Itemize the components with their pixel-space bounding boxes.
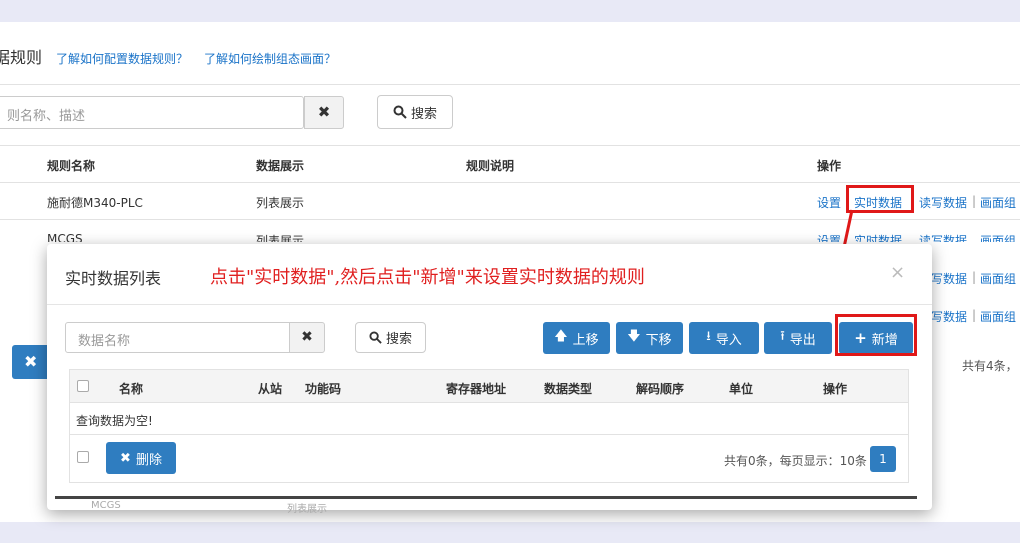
bottom-bar xyxy=(55,496,917,499)
pagination-summary: 共有0条，每页显示：10条 xyxy=(724,454,867,468)
col-name: 名称 xyxy=(119,382,144,396)
search-button-label: 搜索 xyxy=(410,106,437,122)
table-row: MCGS 列表展示 设置 实时数据 读写数据 画面组 xyxy=(0,220,1020,242)
bg-total-count: 共有4条， xyxy=(962,359,1018,373)
op-separator: | xyxy=(972,308,977,322)
modal-search-button[interactable]: 搜索 xyxy=(355,322,426,353)
select-all-checkbox[interactable] xyxy=(77,451,89,463)
col-description: 规则说明 xyxy=(466,159,515,173)
export-label: 导出 xyxy=(789,332,816,348)
import-icon: ⭳ xyxy=(706,329,711,344)
clear-icon[interactable]: ✖ xyxy=(304,96,344,129)
realtime-data-modal: 实时数据列表 点击"实时数据",然后点击"新增"来设置实时数据的规则 × 数据名… xyxy=(47,244,932,515)
col-rule-name: 规则名称 xyxy=(47,159,96,173)
instruction-annotation: 点击"实时数据",然后点击"新增"来设置实时数据的规则 xyxy=(210,267,645,288)
help-link-config-rules[interactable]: 了解如何配置数据规则？ xyxy=(56,50,188,67)
page-button[interactable]: 1 xyxy=(870,446,896,472)
header-divider xyxy=(0,84,1020,85)
search-icon xyxy=(393,105,407,119)
data-name-search-input[interactable]: 数据名称 xyxy=(65,322,290,353)
op-separator: | xyxy=(972,194,977,208)
select-all-checkbox[interactable] xyxy=(77,380,89,392)
op-screen-link[interactable]: 画面组 xyxy=(980,270,1016,287)
export-button[interactable]: ⭱ 导出 xyxy=(764,322,832,354)
op-readwrite-link[interactable]: 读写数据 xyxy=(919,232,967,242)
help-link-draw-screen[interactable]: 了解如何绘制组态画面？ xyxy=(204,50,336,67)
col-register-address: 寄存器地址 xyxy=(446,382,507,396)
rule-name: 施耐德M340-PLC xyxy=(47,196,143,210)
op-realtime-link[interactable]: 实时数据 xyxy=(854,232,902,242)
bg-delete-button[interactable]: ✖ xyxy=(12,345,52,379)
clear-icon[interactable]: ✖ xyxy=(289,322,325,353)
close-icon[interactable]: × xyxy=(890,262,905,283)
op-screen-link[interactable]: 画面组 xyxy=(980,308,1016,325)
ghost-row-name: MCGS xyxy=(91,500,121,511)
add-highlight-box xyxy=(835,314,917,356)
rule-display: 列表展示 xyxy=(256,234,305,242)
export-icon: ⭱ xyxy=(780,329,785,344)
rule-name: MCGS xyxy=(47,232,83,242)
rules-table-header: 规则名称 数据展示 规则说明 操作 xyxy=(0,145,1020,182)
op-screen-link[interactable]: 画面组 xyxy=(980,232,1016,242)
close-icon: ✖ xyxy=(120,450,131,466)
col-ops: 操作 xyxy=(817,159,842,173)
op-separator: | xyxy=(972,270,977,284)
move-up-button[interactable]: 🡅 上移 xyxy=(543,322,610,354)
op-screen-link[interactable]: 画面组 xyxy=(980,194,1016,211)
arrow-down-icon: 🡇 xyxy=(627,329,641,344)
data-table-header: 名称 从站 功能码 寄存器地址 数据类型 解码顺序 单位 操作 xyxy=(69,369,909,403)
import-button[interactable]: ⭳ 导入 xyxy=(689,322,759,354)
arrow-up-icon: 🡅 xyxy=(554,329,568,344)
move-down-button[interactable]: 🡇 下移 xyxy=(616,322,683,354)
col-decode-order: 解码顺序 xyxy=(636,382,685,396)
modal-title: 实时数据列表 xyxy=(65,269,162,288)
col-display: 数据展示 xyxy=(256,159,305,173)
rule-display: 列表展示 xyxy=(256,196,305,210)
modal-header-divider xyxy=(47,304,932,305)
search-button-label: 搜索 xyxy=(385,332,412,347)
op-readwrite-link[interactable]: 读写数据 xyxy=(919,194,967,211)
delete-button[interactable]: ✖ 删除 xyxy=(106,442,176,474)
page-title: 据规则 xyxy=(0,48,43,67)
move-up-label: 上移 xyxy=(572,332,599,348)
import-label: 导入 xyxy=(715,332,742,348)
search-icon xyxy=(369,331,382,344)
col-unit: 单位 xyxy=(729,382,754,396)
empty-message: 查询数据为空! xyxy=(69,403,909,435)
delete-label: 删除 xyxy=(135,452,162,468)
ghost-row-display: 列表展示 xyxy=(287,504,327,515)
move-down-label: 下移 xyxy=(645,332,672,348)
col-function-code: 功能码 xyxy=(305,382,342,396)
col-actions: 操作 xyxy=(823,382,848,396)
rules-search-input[interactable]: 则名称、描述 xyxy=(0,96,304,129)
table-footer: ✖ 删除 共有0条，每页显示：10条 1 xyxy=(69,435,909,483)
rules-search-button[interactable]: 搜索 xyxy=(377,95,453,129)
col-data-type: 数据类型 xyxy=(544,382,593,396)
col-slave: 从站 xyxy=(258,382,283,396)
